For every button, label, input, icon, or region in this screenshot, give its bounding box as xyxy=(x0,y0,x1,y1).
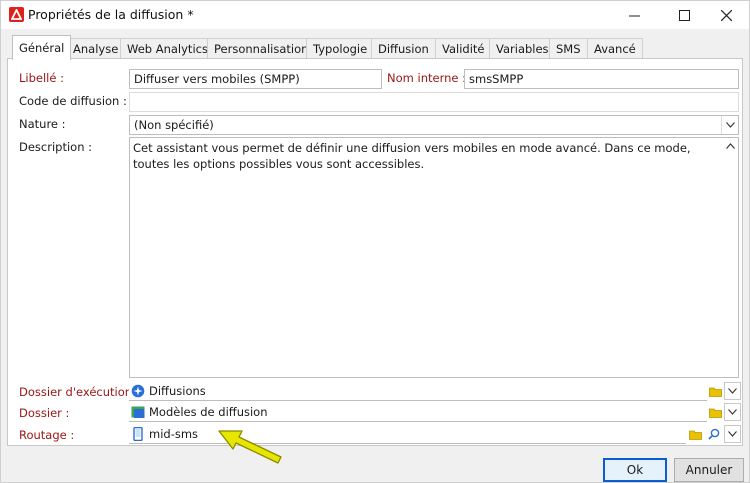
nature-value: (Non spécifié) xyxy=(134,118,214,132)
libelle-label: Libellé : xyxy=(19,71,64,85)
dossier-execution-value: Diffusions xyxy=(149,383,206,398)
annotation-arrow-icon xyxy=(218,430,282,464)
workflow-folder-icon xyxy=(131,384,145,397)
tab-personnalisation[interactable]: Personnalisation xyxy=(207,38,316,59)
description-label: Description : xyxy=(19,140,93,154)
ok-button[interactable]: Ok xyxy=(603,458,667,482)
dossier-execution-label: Dossier d'exécution : xyxy=(19,385,140,399)
dossier-execution-folder-button[interactable] xyxy=(707,382,724,400)
chevron-down-icon xyxy=(728,409,737,415)
libelle-input[interactable]: Diffuser vers mobiles (SMPP) xyxy=(129,69,382,89)
tab-validite[interactable]: Validité xyxy=(435,38,492,59)
dossier-folder-button[interactable] xyxy=(707,403,724,421)
close-button[interactable] xyxy=(703,1,749,29)
template-folder-icon xyxy=(131,406,145,418)
tab-variables[interactable]: Variables xyxy=(489,38,556,59)
cancel-button[interactable]: Annuler xyxy=(674,458,744,482)
folder-icon xyxy=(689,430,702,440)
nature-select[interactable]: (Non spécifié) xyxy=(129,115,739,135)
dossier-label: Dossier : xyxy=(19,406,70,420)
tab-typologie[interactable]: Typologie xyxy=(306,38,375,59)
routage-value: mid-sms xyxy=(149,426,199,441)
maximize-icon xyxy=(678,9,690,21)
routage-label: Routage : xyxy=(19,428,75,442)
app-logo-icon xyxy=(9,7,24,22)
chevron-down-icon[interactable] xyxy=(721,116,738,134)
description-textarea[interactable]: Cet assistant vous permet de définir une… xyxy=(129,137,739,378)
title-bar: Propriétés de la diffusion * xyxy=(1,1,749,29)
properties-dialog: Propriétés de la diffusion * Général Ana… xyxy=(0,0,750,483)
close-icon xyxy=(720,9,732,21)
routage-search-button[interactable] xyxy=(705,425,722,443)
dossier-dropdown[interactable] xyxy=(724,403,741,421)
window-title: Propriétés de la diffusion * xyxy=(28,7,194,22)
tab-avance[interactable]: Avancé xyxy=(587,38,643,59)
dossier-execution-field[interactable]: Diffusions xyxy=(129,381,707,401)
nom-interne-input[interactable]: smsSMPP xyxy=(464,69,739,89)
folder-icon xyxy=(709,387,722,397)
code-diffusion-label: Code de diffusion : xyxy=(19,94,127,108)
scroll-up-icon[interactable] xyxy=(723,138,738,153)
tab-sms[interactable]: SMS xyxy=(549,38,588,59)
search-icon xyxy=(707,428,719,440)
tab-analyse[interactable]: Analyse xyxy=(66,38,126,59)
minimize-button[interactable] xyxy=(611,1,657,29)
code-diffusion-input[interactable] xyxy=(129,92,739,112)
tab-bar: Général Analyse Web Analytics Personnali… xyxy=(1,35,749,60)
tab-web-analytics[interactable]: Web Analytics xyxy=(120,38,215,59)
dossier-value: Modèles de diffusion xyxy=(149,404,268,419)
description-text: Cet assistant vous permet de définir une… xyxy=(133,141,691,171)
nature-label: Nature : xyxy=(19,117,66,131)
nom-interne-label: Nom interne : xyxy=(387,71,466,85)
routage-folder-button[interactable] xyxy=(687,425,704,443)
dossier-execution-dropdown[interactable] xyxy=(724,382,741,400)
minimize-icon xyxy=(628,15,640,16)
mobile-icon xyxy=(133,426,143,441)
maximize-button[interactable] xyxy=(661,1,707,29)
routage-dropdown[interactable] xyxy=(724,425,741,443)
chevron-down-icon xyxy=(728,431,737,437)
chevron-down-icon xyxy=(728,388,737,394)
folder-icon xyxy=(709,408,722,418)
tab-general[interactable]: Général xyxy=(12,35,72,60)
general-panel: Libellé : Diffuser vers mobiles (SMPP) N… xyxy=(7,58,743,446)
tab-diffusion[interactable]: Diffusion xyxy=(371,38,436,59)
